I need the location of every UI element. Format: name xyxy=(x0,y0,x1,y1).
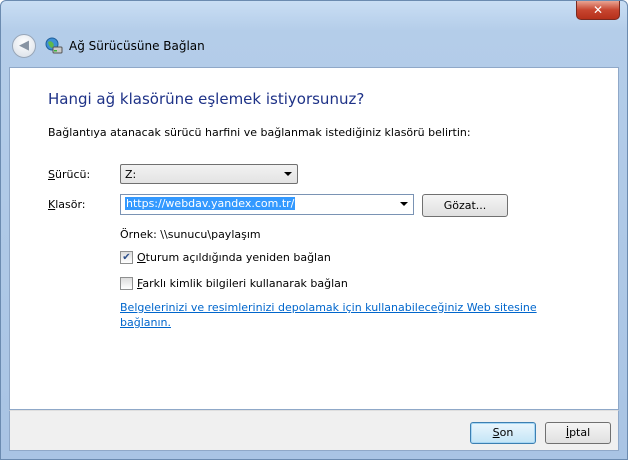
title-bar[interactable]: ✕ xyxy=(1,1,627,31)
back-button[interactable]: ◀ xyxy=(12,34,36,58)
folder-label: Klasör: xyxy=(48,198,86,211)
credentials-label[interactable]: Farklı kimlik bilgileri kullanarak bağla… xyxy=(137,277,348,290)
finish-button[interactable]: Son xyxy=(470,422,536,444)
drive-letter-value: Z: xyxy=(125,168,137,181)
reconnect-label[interactable]: Oturum açıldığında yeniden bağlan xyxy=(137,251,331,264)
example-text: Örnek: \\sunucu\paylaşım xyxy=(120,228,261,241)
dialog-window: ✕ ◀ Ağ Sürücüsüne Bağlan Hangi ağ klasör… xyxy=(0,0,628,460)
credentials-checkbox[interactable] xyxy=(120,277,133,290)
checkmark-icon: ✔ xyxy=(122,252,131,263)
button-bar: Son İptal xyxy=(9,410,619,451)
wizard-title: Ağ Sürücüsüne Bağlan xyxy=(69,39,205,53)
browse-button[interactable]: Gözat... xyxy=(422,194,508,217)
cancel-button[interactable]: İptal xyxy=(545,422,611,444)
drive-letter-select[interactable]: Z: xyxy=(120,164,298,184)
drive-label: Sürücü: xyxy=(48,168,91,181)
back-arrow-icon: ◀ xyxy=(19,38,29,53)
reconnect-checkbox[interactable]: ✔ xyxy=(120,251,133,264)
folder-combobox[interactable]: https://webdav.yandex.com.tr/ xyxy=(120,194,414,215)
chevron-down-icon[interactable] xyxy=(400,202,408,206)
instructions-text: Bağlantıya atanacak sürücü harfini ve ba… xyxy=(48,126,471,139)
web-storage-link[interactable]: Belgelerinizi ve resimlerinizi depolamak… xyxy=(120,300,540,330)
wizard-header: ◀ Ağ Sürücüsüne Bağlan xyxy=(9,31,619,67)
close-button[interactable]: ✕ xyxy=(576,1,620,20)
page-heading: Hangi ağ klasörüne eşlemek istiyorsunuz? xyxy=(48,90,365,108)
folder-input-value[interactable]: https://webdav.yandex.com.tr/ xyxy=(125,197,296,210)
chevron-down-icon xyxy=(284,172,292,176)
network-drive-icon xyxy=(45,37,63,54)
content-panel: Hangi ağ klasörüne eşlemek istiyorsunuz?… xyxy=(9,67,619,410)
close-icon: ✕ xyxy=(592,3,604,17)
